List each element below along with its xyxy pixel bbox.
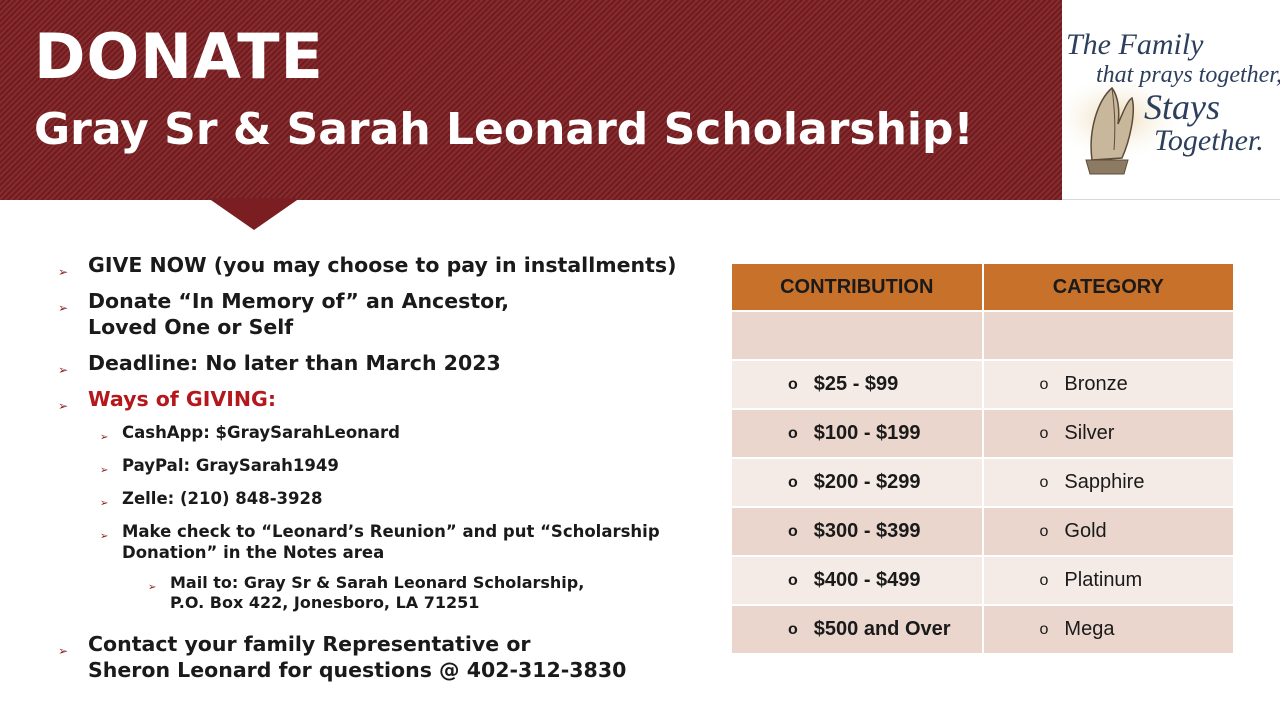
table-row: o $400 - $499 o Platinum [730, 555, 1235, 606]
contribution-cell: o $200 - $299 [730, 457, 984, 508]
list-item-check: ➢ Make check to “Leonard’s Reunion” and … [100, 522, 660, 562]
circle-bullet-icon: o [788, 375, 798, 393]
title-banner: DONATE Gray Sr & Sarah Leonard Scholarsh… [0, 0, 1062, 200]
table-row: o $500 and Over o Mega [730, 604, 1235, 655]
list-item-ways-of-giving: ➢ Ways of GIVING: [58, 386, 718, 413]
category-cell: o Platinum [981, 555, 1235, 606]
table-header-row: CONTRIBUTION CATEGORY [730, 262, 1235, 312]
logo-text-together: Together. [1154, 124, 1264, 157]
circle-bullet-icon: o [1039, 571, 1049, 589]
category-name: Platinum [1064, 569, 1143, 591]
circle-bullet-icon: o [788, 522, 798, 540]
contribution-cell: o $500 and Over [730, 604, 984, 655]
circle-bullet-icon: o [788, 473, 798, 491]
contribution-cell: o $25 - $99 [730, 359, 984, 410]
contribution-range: $200 - $299 [813, 471, 921, 493]
column-header-category: CATEGORY [981, 262, 1235, 312]
category-name: Sapphire [1064, 471, 1145, 493]
circle-bullet-icon: o [788, 424, 798, 442]
logo-text-stays: Stays [1144, 87, 1220, 127]
table-row [730, 310, 1235, 361]
category-name: Gold [1064, 520, 1107, 542]
category-name: Silver [1064, 422, 1115, 444]
category-name: Mega [1064, 618, 1115, 640]
column-header-contribution: CONTRIBUTION [730, 262, 984, 312]
contribution-range: $300 - $399 [813, 520, 921, 542]
page-subtitle: Gray Sr & Sarah Leonard Scholarship! [34, 104, 974, 155]
list-item-give-now: ➢ GIVE NOW (you may choose to pay in ins… [58, 252, 718, 279]
contribution-cell: o $100 - $199 [730, 408, 984, 459]
contribution-range: $500 and Over [813, 618, 951, 640]
arrow-bullet-icon: ➢ [58, 265, 69, 279]
circle-bullet-icon: o [1039, 375, 1049, 393]
circle-bullet-icon: o [1039, 620, 1049, 638]
arrow-bullet-icon: ➢ [58, 301, 69, 315]
category-cell: o Silver [981, 408, 1235, 459]
logo-text-prays: that prays together, [1096, 62, 1280, 88]
category-cell: o Mega [981, 604, 1235, 655]
arrow-bullet-icon: ➢ [100, 531, 109, 542]
family-prayer-logo: The Family that prays together, Stays To… [1062, 0, 1280, 200]
category-cell [981, 310, 1235, 361]
circle-bullet-icon: o [788, 620, 798, 638]
arrow-bullet-icon: ➢ [148, 582, 157, 593]
contribution-table: CONTRIBUTION CATEGORY o $25 - $99 o Bronze… [730, 262, 1235, 655]
banner-pointer [208, 198, 300, 230]
arrow-bullet-icon: ➢ [100, 498, 109, 509]
contribution-cell: o $300 - $399 [730, 506, 984, 557]
list-item-mail-to: ➢ Mail to: Gray Sr & Sarah Leonard Schol… [148, 573, 585, 612]
table-row: o $200 - $299 o Sapphire [730, 457, 1235, 508]
arrow-bullet-icon: ➢ [58, 399, 69, 413]
table-row: o $25 - $99 o Bronze [730, 359, 1235, 410]
page-title: DONATE [34, 20, 324, 93]
contribution-cell: o $400 - $499 [730, 555, 984, 606]
circle-bullet-icon: o [788, 571, 798, 589]
donation-instructions: ➢ GIVE NOW (you may choose to pay in ins… [58, 252, 718, 693]
category-cell: o Sapphire [981, 457, 1235, 508]
list-item-deadline: ➢ Deadline: No later than March 2023 [58, 350, 718, 377]
contribution-range: $25 - $99 [813, 373, 899, 395]
arrow-bullet-icon: ➢ [100, 465, 109, 476]
circle-bullet-icon: o [1039, 473, 1049, 491]
category-name: Bronze [1064, 373, 1128, 395]
list-item-paypal: ➢ PayPal: GraySarah1949 [100, 455, 718, 476]
arrow-bullet-icon: ➢ [100, 432, 109, 443]
table-row: o $100 - $199 o Silver [730, 408, 1235, 459]
contribution-range: $400 - $499 [813, 569, 921, 591]
list-item-cashapp: ➢ CashApp: $GraySarahLeonard [100, 422, 718, 443]
table-row: o $300 - $399 o Gold [730, 506, 1235, 557]
category-cell: o Bronze [981, 359, 1235, 410]
circle-bullet-icon: o [1039, 522, 1049, 540]
category-cell: o Gold [981, 506, 1235, 557]
logo-text-family: The Family [1066, 28, 1204, 61]
list-item-zelle: ➢ Zelle: (210) 848-3928 [100, 488, 718, 509]
contribution-range: $100 - $199 [813, 422, 921, 444]
list-item-in-memory: ➢ Donate “In Memory of” an Ancestor, Lov… [58, 289, 510, 339]
arrow-bullet-icon: ➢ [58, 363, 69, 377]
contribution-cell [730, 310, 984, 361]
arrow-bullet-icon: ➢ [58, 644, 69, 658]
list-item-contact: ➢ Contact your family Representative or … [58, 632, 627, 682]
circle-bullet-icon: o [1039, 424, 1049, 442]
